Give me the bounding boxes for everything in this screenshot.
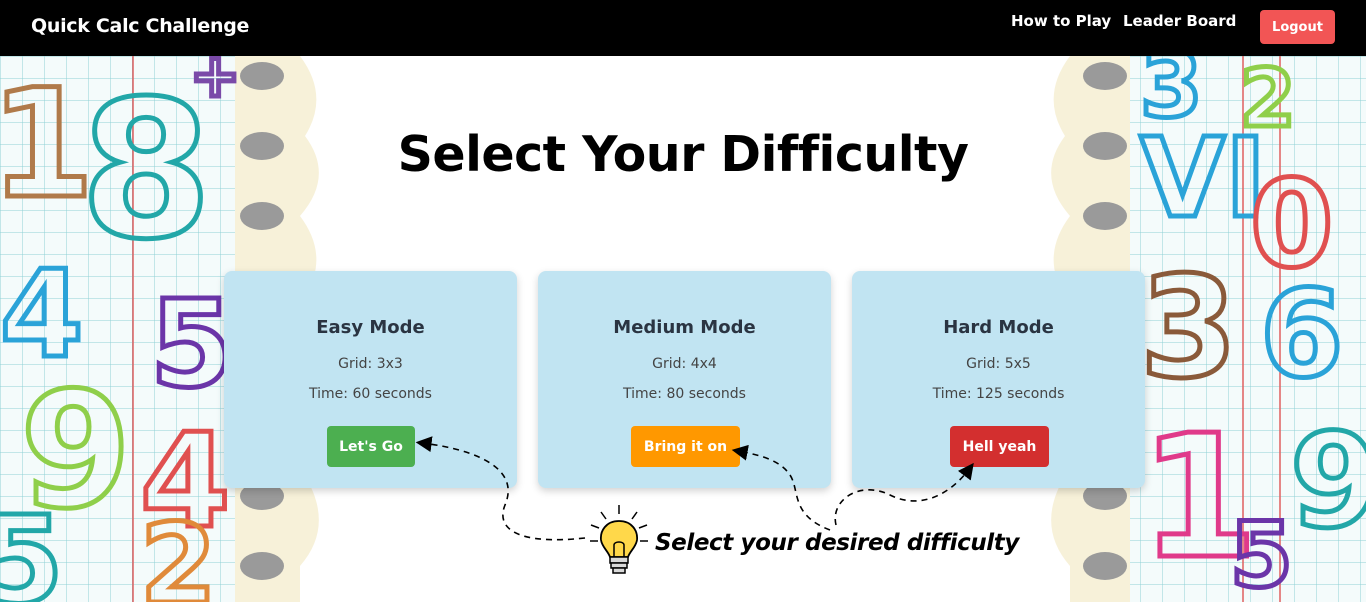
card-grid-size: Grid: 3x3: [338, 356, 403, 372]
card-grid-size: Grid: 5x5: [966, 356, 1031, 372]
card-time-limit: Time: 80 seconds: [623, 386, 746, 402]
svg-text:+: +: [190, 56, 240, 111]
card-title: Hard Mode: [943, 317, 1054, 338]
navbar: Quick Calc Challenge How to Play Leader …: [0, 0, 1366, 56]
card-grid-size: Grid: 4x4: [652, 356, 717, 372]
card-time-limit: Time: 125 seconds: [932, 386, 1065, 402]
start-easy-button[interactable]: Let's Go: [327, 426, 415, 467]
difficulty-card-medium: Medium Mode Grid: 4x4 Time: 80 seconds B…: [538, 271, 831, 488]
start-hard-button[interactable]: Hell yeah: [950, 426, 1049, 467]
page-title: Select Your Difficulty: [397, 126, 969, 183]
lightbulb-icon: [590, 505, 648, 574]
svg-text:5: 5: [0, 492, 64, 602]
hint-text: Select your desired difficulty: [655, 530, 1019, 556]
svg-text:5: 5: [150, 276, 234, 415]
nav-leader-board[interactable]: Leader Board: [1123, 12, 1236, 30]
difficulty-card-easy: Easy Mode Grid: 3x3 Time: 60 seconds Let…: [224, 271, 517, 488]
start-medium-button[interactable]: Bring it on: [631, 426, 740, 467]
difficulty-card-hard: Hard Mode Grid: 5x5 Time: 125 seconds He…: [852, 271, 1145, 488]
svg-text:5: 5: [1230, 503, 1293, 602]
card-title: Medium Mode: [613, 317, 756, 338]
logout-button[interactable]: Logout: [1260, 10, 1335, 44]
card-time-limit: Time: 60 seconds: [309, 386, 432, 402]
svg-text:6: 6: [1260, 266, 1344, 405]
brand-title[interactable]: Quick Calc Challenge: [31, 15, 249, 37]
nav-how-to-play[interactable]: How to Play: [1011, 12, 1111, 30]
card-title: Easy Mode: [316, 317, 425, 338]
svg-text:9: 9: [1290, 405, 1366, 557]
svg-text:3: 3: [1140, 247, 1237, 410]
svg-text:2: 2: [140, 500, 217, 602]
